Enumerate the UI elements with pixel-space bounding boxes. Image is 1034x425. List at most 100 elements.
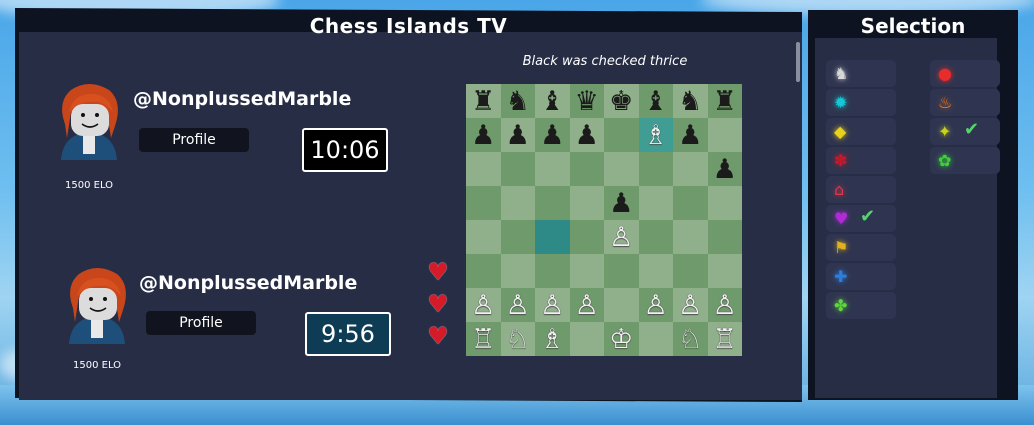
black-piece[interactable]: ♟ xyxy=(678,122,702,149)
black-piece[interactable]: ♟ xyxy=(506,122,530,149)
selection-item-fire[interactable]: ♨ xyxy=(930,89,1000,116)
white-piece[interactable]: ♘ xyxy=(678,326,702,353)
white-piece[interactable]: ♙ xyxy=(678,292,702,319)
board-square[interactable]: ♙ xyxy=(500,288,535,322)
black-piece[interactable]: ♟ xyxy=(540,122,564,149)
board-square[interactable]: ♟ xyxy=(500,118,535,152)
player-bottom-profile-button[interactable]: Profile xyxy=(146,311,256,335)
black-piece[interactable]: ♟ xyxy=(609,190,633,217)
board-square[interactable]: ♙ xyxy=(535,288,570,322)
board-square[interactable]: ♟ xyxy=(535,118,570,152)
white-piece[interactable]: ♔ xyxy=(609,326,633,353)
board-square[interactable] xyxy=(673,186,708,220)
board-square[interactable]: ♛ xyxy=(569,84,604,118)
board-square[interactable] xyxy=(466,186,501,220)
board-square[interactable] xyxy=(569,186,604,220)
board-square[interactable] xyxy=(569,152,604,186)
board-square[interactable]: ♞ xyxy=(673,84,708,118)
board-square[interactable] xyxy=(466,220,501,254)
board-square[interactable]: ♗ xyxy=(535,322,570,356)
white-piece[interactable]: ♗ xyxy=(644,122,668,149)
board-square[interactable]: ♙ xyxy=(604,220,639,254)
board-square[interactable] xyxy=(707,254,742,288)
board-square[interactable] xyxy=(604,118,639,152)
selection-item-flag[interactable]: ⚑ xyxy=(826,234,896,261)
board-square[interactable]: ♖ xyxy=(466,322,501,356)
board-square[interactable] xyxy=(707,186,742,220)
board-square[interactable] xyxy=(604,288,639,322)
board-square[interactable] xyxy=(707,220,742,254)
white-piece[interactable]: ♖ xyxy=(471,326,495,353)
board-square[interactable] xyxy=(638,220,673,254)
black-piece[interactable]: ♞ xyxy=(506,88,530,115)
board-square[interactable]: ♚ xyxy=(604,84,639,118)
board-square[interactable]: ♝ xyxy=(638,84,673,118)
selection-item-house[interactable]: ⌂ xyxy=(826,176,896,203)
board-square[interactable]: ♟ xyxy=(673,118,708,152)
player-top-profile-button[interactable]: Profile xyxy=(139,128,249,152)
white-piece[interactable]: ♙ xyxy=(713,292,737,319)
board-square[interactable]: ♟ xyxy=(466,118,501,152)
board-square[interactable]: ♘ xyxy=(500,322,535,356)
board-square[interactable]: ♙ xyxy=(673,288,708,322)
selection-item-red-shape[interactable]: ● xyxy=(930,60,1000,87)
board-square[interactable]: ♔ xyxy=(604,322,639,356)
chess-board[interactable]: ♜ ♞ ♝ ♛ ♚ ♝ ♞ ♜ ♟ ♟ ♟ ♟ ♗ ♟ ♟ ♟ ♙ ♙ ♙ ♙ ♙ ♙ ♙ ♙ ♖ ♘ ♗ ♔ ♘ ♖ xyxy=(466,84,742,356)
board-square[interactable] xyxy=(500,152,535,186)
board-square[interactable] xyxy=(638,186,673,220)
board-square[interactable] xyxy=(535,186,570,220)
black-piece[interactable]: ♚ xyxy=(609,88,633,115)
black-piece[interactable]: ♜ xyxy=(471,88,495,115)
board-square[interactable] xyxy=(466,254,501,288)
white-piece[interactable]: ♙ xyxy=(575,292,599,319)
selection-item-red-flower[interactable]: ✽ xyxy=(826,147,896,174)
board-square[interactable] xyxy=(638,152,673,186)
board-square[interactable]: ♗ xyxy=(638,118,673,152)
board-square[interactable] xyxy=(500,186,535,220)
board-square[interactable]: ♙ xyxy=(707,288,742,322)
board-square[interactable] xyxy=(500,254,535,288)
selection-item-green-leaf[interactable]: ✿ xyxy=(930,147,1000,174)
white-piece[interactable]: ♙ xyxy=(471,292,495,319)
board-square[interactable] xyxy=(535,254,570,288)
white-piece[interactable]: ♙ xyxy=(609,224,633,251)
board-square[interactable] xyxy=(707,118,742,152)
selection-item-gift[interactable]: ✤ xyxy=(826,292,896,319)
white-piece[interactable]: ♘ xyxy=(506,326,530,353)
scrollbar[interactable] xyxy=(796,42,800,82)
board-square[interactable]: ♙ xyxy=(638,288,673,322)
selection-item-yellow-bird[interactable]: ✦ ✔ xyxy=(930,118,1000,145)
white-piece[interactable]: ♖ xyxy=(713,326,737,353)
black-piece[interactable]: ♟ xyxy=(575,122,599,149)
board-square[interactable] xyxy=(673,254,708,288)
board-square[interactable]: ♖ xyxy=(707,322,742,356)
board-square[interactable] xyxy=(500,220,535,254)
selection-item-duck[interactable]: ◆ xyxy=(826,118,896,145)
black-piece[interactable]: ♝ xyxy=(540,88,564,115)
board-square[interactable] xyxy=(466,152,501,186)
black-piece[interactable]: ♟ xyxy=(713,156,737,183)
board-square[interactable] xyxy=(604,152,639,186)
board-square[interactable]: ♙ xyxy=(569,288,604,322)
black-piece[interactable]: ♜ xyxy=(713,88,737,115)
white-piece[interactable]: ♙ xyxy=(644,292,668,319)
board-square[interactable] xyxy=(569,254,604,288)
board-square[interactable] xyxy=(569,220,604,254)
black-piece[interactable]: ♛ xyxy=(575,88,599,115)
board-square[interactable]: ♜ xyxy=(707,84,742,118)
board-square[interactable] xyxy=(673,220,708,254)
board-square[interactable] xyxy=(673,152,708,186)
board-square[interactable]: ♟ xyxy=(569,118,604,152)
selection-item-blue-puzzle[interactable]: ✚ xyxy=(826,263,896,290)
board-square[interactable]: ♟ xyxy=(707,152,742,186)
board-square[interactable] xyxy=(638,322,673,356)
selection-item-cyan-gem[interactable]: ✹ xyxy=(826,89,896,116)
black-piece[interactable]: ♟ xyxy=(471,122,495,149)
white-piece[interactable]: ♙ xyxy=(506,292,530,319)
board-square[interactable]: ♝ xyxy=(535,84,570,118)
black-piece[interactable]: ♞ xyxy=(678,88,702,115)
board-square[interactable]: ♘ xyxy=(673,322,708,356)
board-square[interactable]: ♙ xyxy=(466,288,501,322)
board-square[interactable]: ♞ xyxy=(500,84,535,118)
board-square[interactable] xyxy=(569,322,604,356)
